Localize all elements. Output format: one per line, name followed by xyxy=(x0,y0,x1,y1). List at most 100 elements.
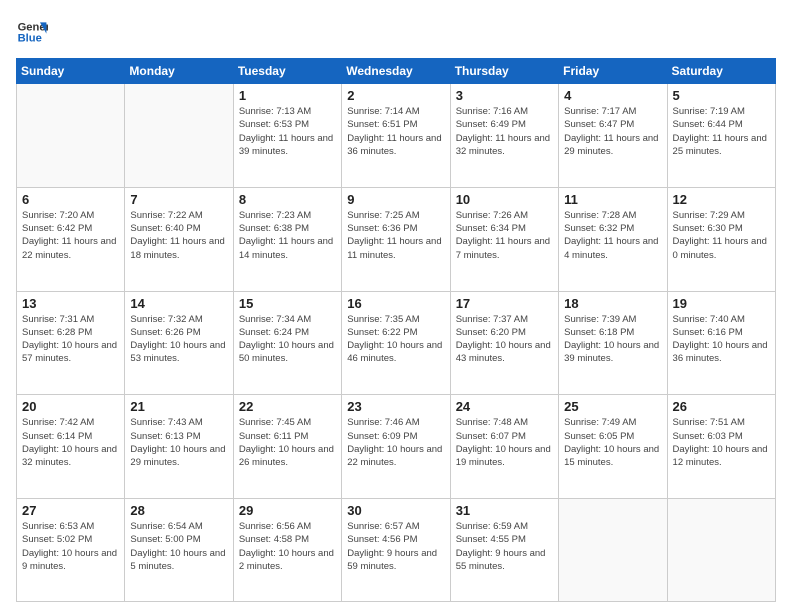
cell-day-number: 25 xyxy=(564,399,661,414)
calendar-cell: 12 Sunrise: 7:29 AMSunset: 6:30 PMDayligh… xyxy=(667,187,775,291)
cell-info: Sunrise: 6:57 AMSunset: 4:56 PMDaylight:… xyxy=(347,520,444,573)
calendar-cell xyxy=(125,84,233,188)
cell-info: Sunrise: 6:53 AMSunset: 5:02 PMDaylight:… xyxy=(22,520,119,573)
cell-info: Sunrise: 7:23 AMSunset: 6:38 PMDaylight:… xyxy=(239,209,336,262)
calendar-cell: 5 Sunrise: 7:19 AMSunset: 6:44 PMDaylight… xyxy=(667,84,775,188)
calendar-cell: 14 Sunrise: 7:32 AMSunset: 6:26 PMDayligh… xyxy=(125,291,233,395)
cell-day-number: 8 xyxy=(239,192,336,207)
cell-day-number: 29 xyxy=(239,503,336,518)
calendar-cell: 19 Sunrise: 7:40 AMSunset: 6:16 PMDayligh… xyxy=(667,291,775,395)
cell-day-number: 21 xyxy=(130,399,227,414)
calendar-header-row: SundayMondayTuesdayWednesdayThursdayFrid… xyxy=(17,59,776,84)
calendar-week-row: 20Sunrise: 7:42 AMSunset: 6:14 PMDayligh… xyxy=(17,395,776,499)
calendar-cell: 10 Sunrise: 7:26 AMSunset: 6:34 PMDayligh… xyxy=(450,187,558,291)
calendar-cell: 13Sunrise: 7:31 AMSunset: 6:28 PMDayligh… xyxy=(17,291,125,395)
cell-day-number: 14 xyxy=(130,296,227,311)
weekday-header: Thursday xyxy=(450,59,558,84)
calendar-week-row: 6Sunrise: 7:20 AMSunset: 6:42 PMDaylight… xyxy=(17,187,776,291)
cell-info: Sunrise: 7:25 AMSunset: 6:36 PMDaylight:… xyxy=(347,209,444,262)
header: General Blue xyxy=(16,16,776,48)
cell-day-number: 11 xyxy=(564,192,661,207)
svg-text:Blue: Blue xyxy=(18,33,42,45)
cell-info: Sunrise: 7:22 AMSunset: 6:40 PMDaylight:… xyxy=(130,209,227,262)
cell-info: Sunrise: 7:29 AMSunset: 6:30 PMDaylight:… xyxy=(673,209,770,262)
calendar-cell xyxy=(559,499,667,602)
cell-info: Sunrise: 7:35 AMSunset: 6:22 PMDaylight:… xyxy=(347,313,444,366)
cell-info: Sunrise: 7:39 AMSunset: 6:18 PMDaylight:… xyxy=(564,313,661,366)
weekday-header: Wednesday xyxy=(342,59,450,84)
cell-info: Sunrise: 7:20 AMSunset: 6:42 PMDaylight:… xyxy=(22,209,119,262)
weekday-header: Tuesday xyxy=(233,59,341,84)
cell-info: Sunrise: 7:49 AMSunset: 6:05 PMDaylight:… xyxy=(564,416,661,469)
cell-day-number: 26 xyxy=(673,399,770,414)
calendar-cell: 11 Sunrise: 7:28 AMSunset: 6:32 PMDayligh… xyxy=(559,187,667,291)
cell-info: Sunrise: 7:31 AMSunset: 6:28 PMDaylight:… xyxy=(22,313,119,366)
calendar-cell: 9 Sunrise: 7:25 AMSunset: 6:36 PMDaylight… xyxy=(342,187,450,291)
cell-info: Sunrise: 6:56 AMSunset: 4:58 PMDaylight:… xyxy=(239,520,336,573)
cell-day-number: 24 xyxy=(456,399,553,414)
logo: General Blue xyxy=(16,16,48,48)
cell-day-number: 27 xyxy=(22,503,119,518)
cell-day-number: 1 xyxy=(239,88,336,103)
calendar-cell: 26Sunrise: 7:51 AMSunset: 6:03 PMDayligh… xyxy=(667,395,775,499)
cell-day-number: 20 xyxy=(22,399,119,414)
cell-info: Sunrise: 7:37 AMSunset: 6:20 PMDaylight:… xyxy=(456,313,553,366)
cell-info: Sunrise: 7:14 AMSunset: 6:51 PMDaylight:… xyxy=(347,105,444,158)
cell-info: Sunrise: 7:17 AMSunset: 6:47 PMDaylight:… xyxy=(564,105,661,158)
weekday-header: Saturday xyxy=(667,59,775,84)
cell-day-number: 2 xyxy=(347,88,444,103)
calendar-cell xyxy=(667,499,775,602)
cell-info: Sunrise: 7:40 AMSunset: 6:16 PMDaylight:… xyxy=(673,313,770,366)
calendar-week-row: 1 Sunrise: 7:13 AMSunset: 6:53 PMDaylight… xyxy=(17,84,776,188)
calendar-cell: 7 Sunrise: 7:22 AMSunset: 6:40 PMDaylight… xyxy=(125,187,233,291)
cell-day-number: 17 xyxy=(456,296,553,311)
calendar-page: General Blue SundayMondayTuesdayWednesda… xyxy=(0,0,792,612)
calendar-cell: 31Sunrise: 6:59 AMSunset: 4:55 PMDayligh… xyxy=(450,499,558,602)
cell-day-number: 7 xyxy=(130,192,227,207)
cell-day-number: 23 xyxy=(347,399,444,414)
calendar-cell: 22 Sunrise: 7:45 AMSunset: 6:11 PMDayligh… xyxy=(233,395,341,499)
calendar-cell: 27 Sunrise: 6:53 AMSunset: 5:02 PMDayligh… xyxy=(17,499,125,602)
cell-day-number: 4 xyxy=(564,88,661,103)
cell-day-number: 5 xyxy=(673,88,770,103)
calendar-cell: 17 Sunrise: 7:37 AMSunset: 6:20 PMDayligh… xyxy=(450,291,558,395)
calendar-cell: 28Sunrise: 6:54 AMSunset: 5:00 PMDayligh… xyxy=(125,499,233,602)
cell-day-number: 28 xyxy=(130,503,227,518)
cell-day-number: 3 xyxy=(456,88,553,103)
cell-info: Sunrise: 6:59 AMSunset: 4:55 PMDaylight:… xyxy=(456,520,553,573)
cell-info: Sunrise: 7:19 AMSunset: 6:44 PMDaylight:… xyxy=(673,105,770,158)
weekday-header: Friday xyxy=(559,59,667,84)
calendar-cell: 20Sunrise: 7:42 AMSunset: 6:14 PMDayligh… xyxy=(17,395,125,499)
calendar-cell: 6Sunrise: 7:20 AMSunset: 6:42 PMDaylight… xyxy=(17,187,125,291)
cell-day-number: 18 xyxy=(564,296,661,311)
calendar-cell: 2 Sunrise: 7:14 AMSunset: 6:51 PMDaylight… xyxy=(342,84,450,188)
cell-day-number: 16 xyxy=(347,296,444,311)
calendar-table: SundayMondayTuesdayWednesdayThursdayFrid… xyxy=(16,58,776,602)
calendar-cell: 8 Sunrise: 7:23 AMSunset: 6:38 PMDaylight… xyxy=(233,187,341,291)
calendar-cell: 25 Sunrise: 7:49 AMSunset: 6:05 PMDayligh… xyxy=(559,395,667,499)
cell-info: Sunrise: 7:16 AMSunset: 6:49 PMDaylight:… xyxy=(456,105,553,158)
cell-info: Sunrise: 7:48 AMSunset: 6:07 PMDaylight:… xyxy=(456,416,553,469)
cell-day-number: 22 xyxy=(239,399,336,414)
calendar-cell: 16 Sunrise: 7:35 AMSunset: 6:22 PMDayligh… xyxy=(342,291,450,395)
cell-day-number: 9 xyxy=(347,192,444,207)
cell-info: Sunrise: 7:13 AMSunset: 6:53 PMDaylight:… xyxy=(239,105,336,158)
cell-info: Sunrise: 7:32 AMSunset: 6:26 PMDaylight:… xyxy=(130,313,227,366)
calendar-cell: 29 Sunrise: 6:56 AMSunset: 4:58 PMDayligh… xyxy=(233,499,341,602)
calendar-cell: 21 Sunrise: 7:43 AMSunset: 6:13 PMDayligh… xyxy=(125,395,233,499)
cell-info: Sunrise: 7:26 AMSunset: 6:34 PMDaylight:… xyxy=(456,209,553,262)
calendar-cell: 23Sunrise: 7:46 AMSunset: 6:09 PMDayligh… xyxy=(342,395,450,499)
calendar-cell: 18 Sunrise: 7:39 AMSunset: 6:18 PMDayligh… xyxy=(559,291,667,395)
cell-day-number: 12 xyxy=(673,192,770,207)
cell-day-number: 10 xyxy=(456,192,553,207)
cell-day-number: 19 xyxy=(673,296,770,311)
weekday-header: Sunday xyxy=(17,59,125,84)
cell-info: Sunrise: 7:28 AMSunset: 6:32 PMDaylight:… xyxy=(564,209,661,262)
calendar-cell: 4 Sunrise: 7:17 AMSunset: 6:47 PMDaylight… xyxy=(559,84,667,188)
cell-info: Sunrise: 7:45 AMSunset: 6:11 PMDaylight:… xyxy=(239,416,336,469)
calendar-cell xyxy=(17,84,125,188)
calendar-cell: 30 Sunrise: 6:57 AMSunset: 4:56 PMDayligh… xyxy=(342,499,450,602)
cell-day-number: 30 xyxy=(347,503,444,518)
cell-info: Sunrise: 7:43 AMSunset: 6:13 PMDaylight:… xyxy=(130,416,227,469)
calendar-cell: 24 Sunrise: 7:48 AMSunset: 6:07 PMDayligh… xyxy=(450,395,558,499)
